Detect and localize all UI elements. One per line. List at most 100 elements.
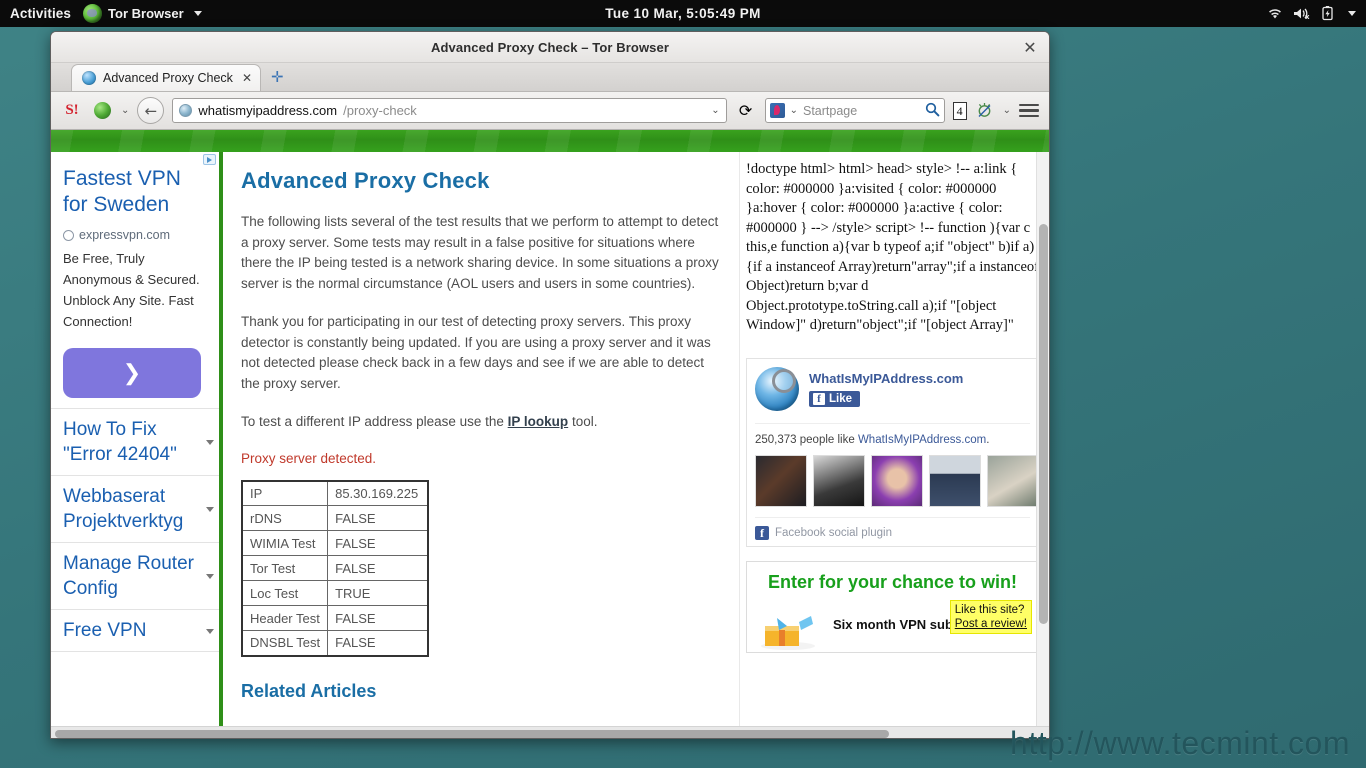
url-path: /proxy-check <box>343 103 417 118</box>
new-tab-button[interactable]: ✛ <box>271 68 284 86</box>
intro-paragraph-1: The following lists several of the test … <box>241 214 719 291</box>
ip-lookup-paragraph: To test a different IP address please us… <box>241 412 719 433</box>
sharethis-icon[interactable]: S! <box>61 100 83 122</box>
page-vertical-scrollbar[interactable] <box>1036 152 1049 726</box>
list-item[interactable]: Manage Router Config <box>51 543 219 610</box>
promo-banner[interactable]: Enter for your chance to win! Six month … <box>746 560 1039 653</box>
wifi-icon[interactable] <box>1267 7 1283 20</box>
app-menu-button[interactable]: Tor Browser <box>83 4 202 23</box>
desktop: Activities Tor Browser Tue 10 Mar, 5:05:… <box>0 0 1366 768</box>
menu-button[interactable] <box>1019 103 1039 118</box>
avatar[interactable] <box>755 454 807 507</box>
noscript-chevron-down-icon[interactable]: ⌄ <box>1003 105 1011 116</box>
right-sidebar-column: !doctype html> html> head> style> !-- a:… <box>739 152 1049 738</box>
avatar[interactable] <box>813 454 865 507</box>
ad-link-label: Webbaserat Projektverktyg <box>63 486 184 532</box>
navigation-toolbar: S! ⌄ ← whatismyipaddress.com/proxy-check… <box>51 92 1049 130</box>
volume-muted-icon[interactable]: x <box>1293 7 1311 20</box>
ad-cta-button[interactable]: ❯ <box>63 348 201 398</box>
chevron-down-icon[interactable] <box>206 574 214 579</box>
facebook-page-header: WhatIsMyIPAddress.com f Like <box>755 366 1030 411</box>
row-label: IP <box>241 480 329 506</box>
url-dropdown-chevron-icon[interactable]: ⌄ <box>711 105 719 116</box>
row-value: FALSE <box>327 605 429 631</box>
torbutton-chevron-down-icon[interactable]: ⌄ <box>121 105 129 116</box>
row-value: FALSE <box>327 630 429 656</box>
sidebar-ad[interactable]: Fastest VPN for Sweden expressvpn.com Be… <box>51 152 219 398</box>
chevron-down-icon[interactable] <box>206 628 214 634</box>
ad-link-label: Free VPN <box>63 620 147 641</box>
row-value: FALSE <box>327 555 429 581</box>
clock[interactable]: Tue 10 Mar, 5:05:49 PM <box>0 6 1366 21</box>
close-icon[interactable]: ✕ <box>1019 36 1041 58</box>
row-label: WIMIA Test <box>241 530 329 556</box>
site-logo-icon <box>755 366 799 411</box>
like-count-post: . <box>986 433 990 446</box>
avatar[interactable] <box>871 454 923 507</box>
globe-icon <box>63 229 74 241</box>
reload-button[interactable]: ⟳ <box>735 100 757 122</box>
intro-paragraph-2: Thank you for participating in our test … <box>241 314 711 391</box>
scrollbar-thumb[interactable] <box>1039 224 1048 624</box>
browser-tab[interactable]: Advanced Proxy Check ✕ <box>71 64 261 91</box>
raw-html-code-block: !doctype html> html> head> style> !-- a:… <box>746 161 1039 333</box>
site-header-band <box>51 130 1049 152</box>
list-item[interactable]: How To Fix "Error 42404" <box>51 409 219 476</box>
page-viewport: Fastest VPN for Sweden expressvpn.com Be… <box>51 130 1049 738</box>
facebook-plugin-footer: f Facebook social plugin <box>755 516 1030 540</box>
site-identity-globe-icon <box>179 104 193 117</box>
search-bar[interactable]: ⌄ Startpage <box>764 98 945 123</box>
related-articles-heading: Related Articles <box>241 680 377 701</box>
row-value: FALSE <box>327 505 429 531</box>
activities-button[interactable]: Activities <box>0 6 83 21</box>
app-menu-label: Tor Browser <box>108 6 184 21</box>
like-count-link[interactable]: WhatIsMyIPAddress.com <box>858 434 986 446</box>
torbutton-onion-icon[interactable] <box>91 100 113 122</box>
review-line-1: Like this site? <box>954 603 1025 616</box>
table-row: rDNS FALSE <box>241 505 429 531</box>
ad-title[interactable]: Fastest VPN for Sweden <box>63 166 211 218</box>
window-titlebar: Advanced Proxy Check – Tor Browser ✕ <box>51 32 1049 63</box>
list-item[interactable]: Free VPN <box>51 610 219 652</box>
search-input[interactable]: Startpage <box>803 104 920 118</box>
facebook-plugin-label: Facebook social plugin <box>775 526 892 539</box>
noscript-count-badge[interactable]: 4 <box>952 101 967 120</box>
system-tray[interactable]: x <box>1267 6 1366 21</box>
facebook-like-button[interactable]: f Like <box>809 390 861 407</box>
facebook-like-label: Like <box>829 392 853 405</box>
address-bar[interactable]: whatismyipaddress.com/proxy-check ⌄ <box>172 98 727 123</box>
ad-url-label: expressvpn.com <box>79 228 171 242</box>
adchoices-icon[interactable] <box>203 154 216 165</box>
chevron-down-icon[interactable] <box>206 440 214 445</box>
back-button[interactable]: ← <box>137 97 165 124</box>
noscript-icon[interactable] <box>975 101 995 121</box>
table-row: DNSBL Test FALSE <box>241 630 429 656</box>
page-horizontal-scrollbar[interactable] <box>51 726 1049 738</box>
avatar[interactable] <box>929 454 981 507</box>
proxy-detected-status: Proxy server detected. <box>241 450 377 466</box>
tab-strip: Advanced Proxy Check ✕ ✛ <box>51 63 1049 92</box>
chevron-down-icon[interactable] <box>1348 11 1356 16</box>
battery-charging-icon[interactable] <box>1321 6 1334 21</box>
ad-link-label: How To Fix "Error 42404" <box>63 419 177 465</box>
ad-url[interactable]: expressvpn.com <box>63 228 211 242</box>
facebook-like-count: 250,373 people like WhatIsMyIPAddress.co… <box>755 422 1030 446</box>
tab-close-icon[interactable]: ✕ <box>242 71 252 85</box>
ip-lookup-post: tool. <box>568 414 598 429</box>
ip-lookup-pre: To test a different IP address please us… <box>241 414 508 429</box>
facebook-page-name[interactable]: WhatIsMyIPAddress.com <box>809 371 963 386</box>
post-review-badge[interactable]: Like this site? Post a review! <box>949 599 1032 634</box>
row-label: DNSBL Test <box>241 630 329 656</box>
list-item[interactable]: Webbaserat Projektverktyg <box>51 476 219 543</box>
row-label: Loc Test <box>241 580 329 606</box>
review-line-2[interactable]: Post a review! <box>955 618 1027 630</box>
ip-lookup-link[interactable]: IP lookup <box>508 414 569 429</box>
row-label: Header Test <box>241 605 329 631</box>
avatar[interactable] <box>987 454 1039 507</box>
row-value: 85.30.169.225 <box>327 480 429 506</box>
ad-link-label: Manage Router Config <box>63 553 194 599</box>
scrollbar-thumb[interactable] <box>55 730 889 738</box>
search-engine-chevron-icon[interactable]: ⌄ <box>790 105 798 116</box>
search-submit-icon[interactable] <box>925 102 940 120</box>
chevron-down-icon[interactable] <box>206 507 214 512</box>
